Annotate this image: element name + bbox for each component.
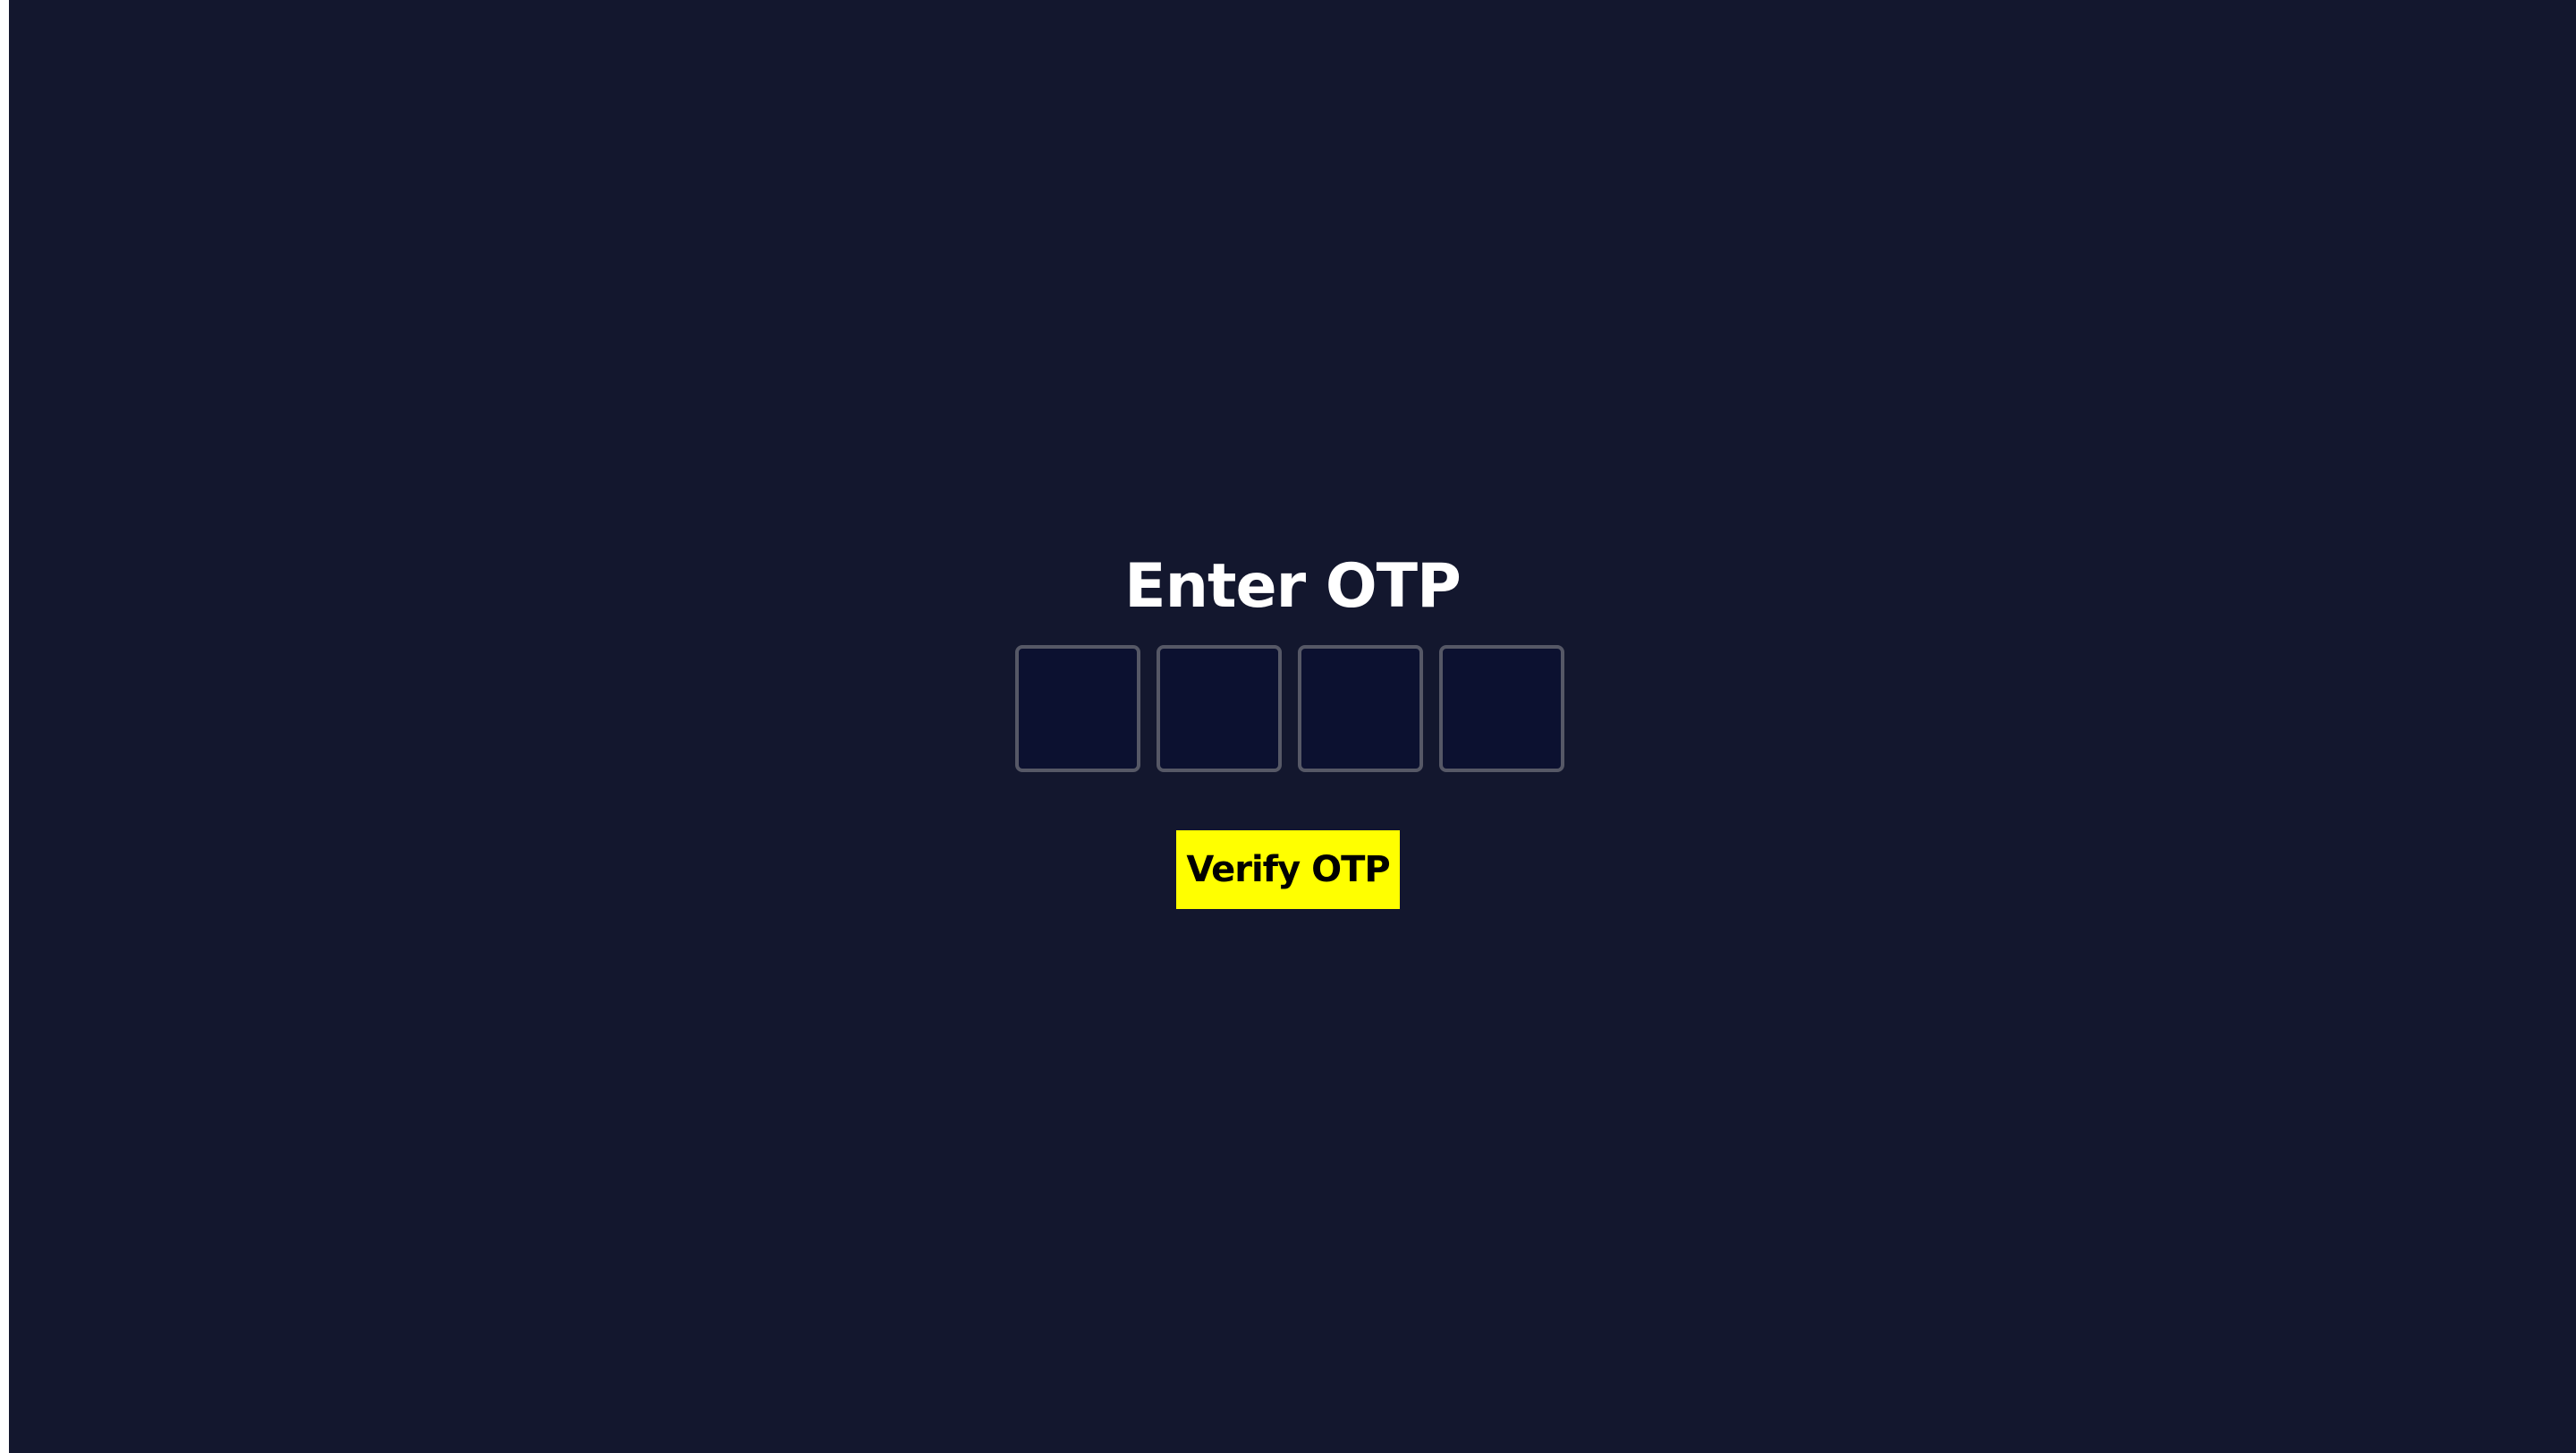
- verify-otp-button[interactable]: Verify OTP: [1176, 830, 1400, 909]
- otp-digit-4[interactable]: [1439, 645, 1564, 772]
- page-title: Enter OTP: [1124, 551, 1462, 622]
- otp-digit-1[interactable]: [1015, 645, 1140, 772]
- otp-digit-3[interactable]: [1298, 645, 1423, 772]
- app-viewport: Enter OTP Verify OTP: [9, 0, 2576, 1453]
- otp-digit-2[interactable]: [1157, 645, 1282, 772]
- otp-input-group: [1015, 645, 1566, 772]
